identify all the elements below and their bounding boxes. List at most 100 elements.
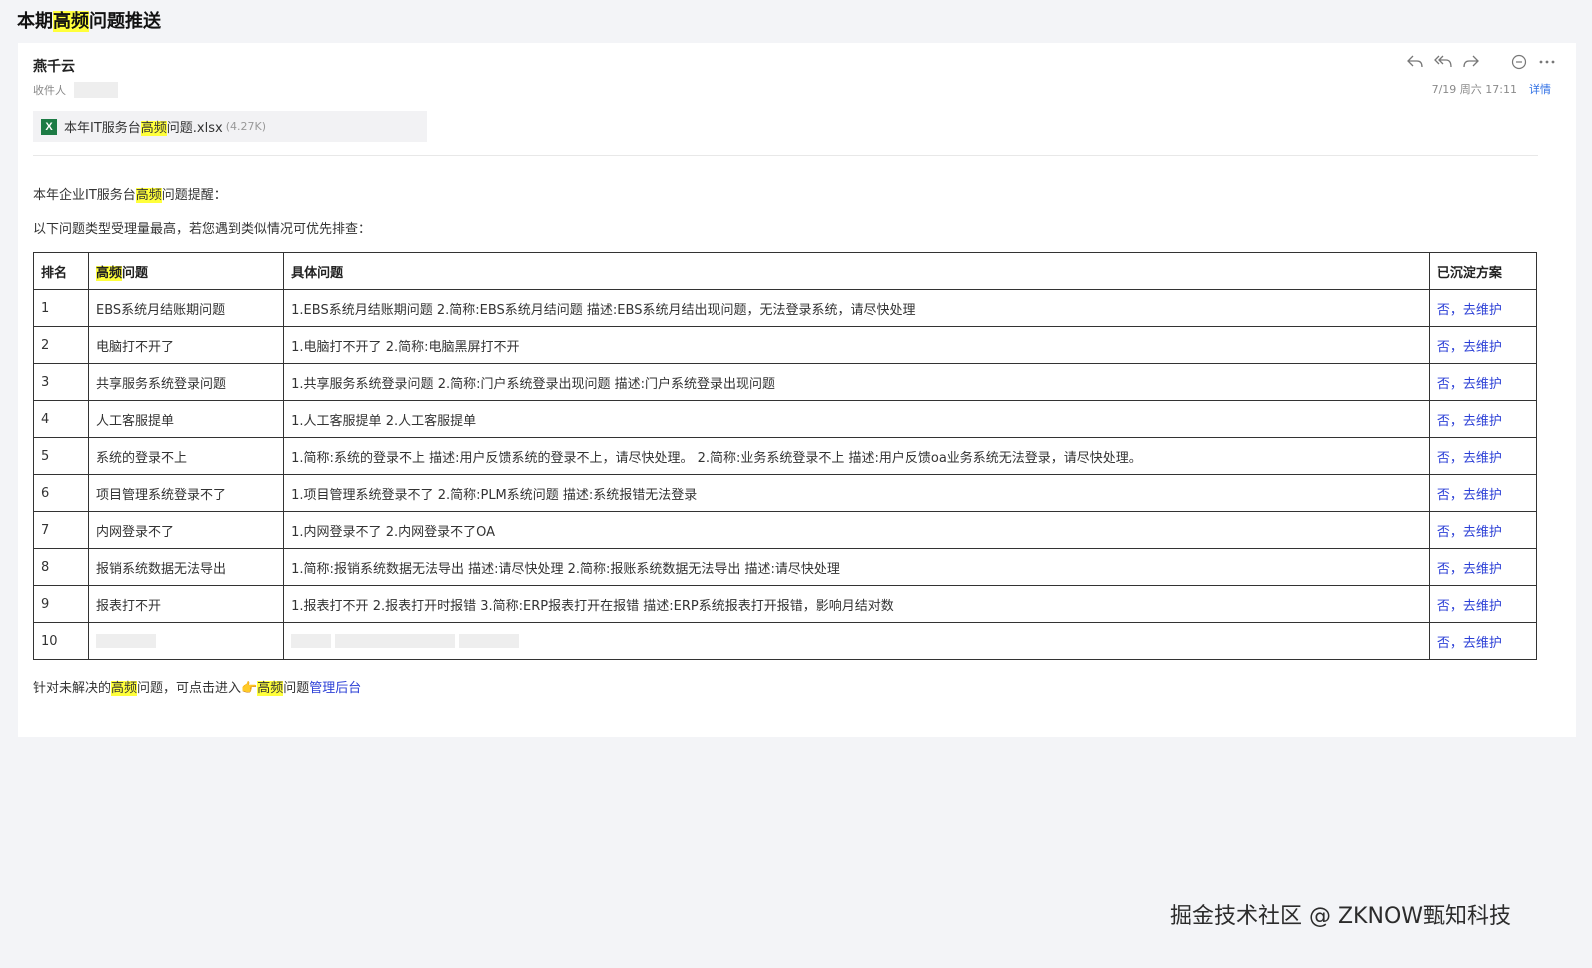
redacted-text — [335, 634, 456, 648]
email-card: 燕千云 收件人 7/19 周六 17:11 详情 X 本年IT服务台高频问题.x… — [18, 43, 1576, 737]
more-icon[interactable] — [1538, 53, 1556, 71]
attachment-size: (4.27K) — [225, 120, 266, 133]
cell-category: 共享服务系统登录问题 — [88, 363, 285, 401]
attachment-chip[interactable]: X 本年IT服务台高频问题.xlsx (4.27K) — [33, 111, 427, 142]
table-row: 5 系统的登录不上 1.简称:系统的登录不上 描述:用户反馈系统的登录不上，请尽… — [32, 437, 1538, 475]
cell-details: 1.简称:系统的登录不上 描述:用户反馈系统的登录不上，请尽快处理。 2.简称:… — [283, 437, 1430, 475]
cell-category: 项目管理系统登录不了 — [88, 474, 285, 512]
table-row: 1 EBS系统月结账期问题 1.EBS系统月结账期问题 2.简称:EBS系统月结… — [32, 289, 1538, 327]
maintain-link[interactable]: 否，去维护 — [1437, 599, 1502, 614]
footer-highlight-2: 高频 — [257, 681, 284, 696]
cell-rank: 2 — [32, 326, 90, 364]
table-row: 2 电脑打不开了 1.电脑打不开了 2.简称:电脑黑屏打不开 否，去维护 — [32, 326, 1538, 364]
cell-details: 1.共享服务系统登录问题 2.简称:门户系统登录出现问题 描述:门户系统登录出现… — [283, 363, 1430, 401]
intro1-suffix: 问题提醒： — [161, 188, 227, 203]
intro-line-2: 以下问题类型受理量最高，若您遇到类似情况可优先排查： — [33, 222, 372, 237]
attachment-name: 本年IT服务台高频问题.xlsx — [64, 117, 223, 136]
cell-category: 人工客服提单 — [88, 400, 285, 438]
recipient-value-redacted — [74, 82, 118, 98]
table-row: 7 内网登录不了 1.内网登录不了 2.内网登录不了OA 否，去维护 — [32, 511, 1538, 549]
cell-details: 1.电脑打不开了 2.简称:电脑黑屏打不开 — [283, 326, 1430, 364]
reply-all-icon[interactable] — [1434, 53, 1452, 71]
title-prefix: 本期 — [17, 11, 53, 32]
redacted-text — [96, 634, 157, 648]
intro1-highlight: 高频 — [135, 188, 162, 203]
sender-name: 燕千云 — [33, 59, 75, 75]
email-date: 7/19 周六 17:11 — [1431, 83, 1517, 96]
maintain-link[interactable]: 否，去维护 — [1437, 451, 1502, 466]
cell-rank: 9 — [32, 585, 90, 623]
redacted-text — [291, 634, 332, 648]
cell-details: 1.内网登录不了 2.内网登录不了OA — [283, 511, 1430, 549]
header-divider — [33, 155, 1538, 156]
header-category-highlight: 高频 — [96, 265, 123, 281]
maintain-link[interactable]: 否，去维护 — [1437, 488, 1502, 503]
comment-icon[interactable] — [1510, 53, 1528, 71]
footer-highlight-1: 高频 — [111, 681, 138, 696]
details-link[interactable]: 详情 — [1529, 81, 1551, 97]
cell-rank: 5 — [32, 437, 90, 475]
pointing-hand-icon: 👉 — [241, 681, 258, 696]
watermark: 掘金技术社区 @ ZKNOW甄知科技 — [1170, 904, 1512, 929]
table-row: 9 报表打不开 1.报表打不开 2.报表打开时报错 3.简称:ERP报表打开在报… — [32, 585, 1538, 623]
maintain-link[interactable]: 否，去维护 — [1437, 562, 1502, 577]
table-row: 4 人工客服提单 1.人工客服提单 2.人工客服提单 否，去维护 — [32, 400, 1538, 438]
intro-line-1: 本年企业IT服务台高频问题提醒： — [33, 184, 227, 203]
footer-middle: 问题，可点击进入 — [137, 681, 242, 696]
email-toolbar — [1406, 53, 1556, 71]
title-suffix: 问题推送 — [89, 11, 161, 32]
cell-rank: 10 — [32, 622, 90, 660]
cell-category: 内网登录不了 — [88, 511, 285, 549]
maintain-link[interactable]: 否，去维护 — [1437, 414, 1502, 429]
cell-category: 系统的登录不上 — [88, 437, 285, 475]
management-console-link[interactable]: 管理后台 — [309, 681, 361, 696]
cell-rank: 6 — [32, 474, 90, 512]
table-row: 8 报销系统数据无法导出 1.简称:报销系统数据无法导出 描述:请尽快处理 2.… — [32, 548, 1538, 586]
reply-icon[interactable] — [1406, 53, 1424, 71]
cell-rank: 1 — [32, 289, 90, 327]
maintain-link[interactable]: 否，去维护 — [1437, 636, 1502, 651]
cell-category-redacted — [88, 622, 285, 660]
maintain-link[interactable]: 否，去维护 — [1437, 340, 1502, 355]
cell-rank: 8 — [32, 548, 90, 586]
cell-rank: 7 — [32, 511, 90, 549]
footer-note: 针对未解决的高频问题，可点击进入👉高频问题管理后台 — [33, 677, 361, 696]
footer-suffix: 问题 — [283, 681, 310, 696]
intro1-prefix: 本年企业IT服务台 — [33, 188, 136, 203]
header-category-suffix: 问题 — [122, 265, 149, 281]
cell-details-redacted — [283, 622, 1430, 660]
email-meta: 7/19 周六 17:11 详情 — [1432, 81, 1551, 97]
cell-category: 电脑打不开了 — [88, 326, 285, 364]
table-row: 6 项目管理系统登录不了 1.项目管理系统登录不了 2.简称:PLM系统问题 描… — [32, 474, 1538, 512]
cell-details: 1.简称:报销系统数据无法导出 描述:请尽快处理 2.简称:报账系统数据无法导出… — [283, 548, 1430, 586]
maintain-link[interactable]: 否，去维护 — [1437, 377, 1502, 392]
recipient-row: 收件人 — [33, 82, 118, 98]
recipient-label: 收件人 — [33, 84, 66, 97]
title-highlight: 高频 — [53, 11, 89, 32]
maintain-link[interactable]: 否，去维护 — [1437, 303, 1502, 318]
table-row: 3 共享服务系统登录问题 1.共享服务系统登录问题 2.简称:门户系统登录出现问… — [32, 363, 1538, 401]
maintain-link[interactable]: 否，去维护 — [1437, 525, 1502, 540]
cell-rank: 4 — [32, 400, 90, 438]
header-details: 具体问题 — [283, 252, 1430, 290]
table-header-row: 排名 高频问题 具体问题 已沉淀方案 — [32, 252, 1538, 290]
footer-prefix: 针对未解决的 — [33, 681, 112, 696]
forward-icon[interactable] — [1462, 53, 1480, 71]
cell-category: 报表打不开 — [88, 585, 285, 623]
page-title: 本期高频问题推送 — [17, 8, 161, 36]
header-rank: 排名 — [32, 252, 90, 290]
excel-file-icon: X — [41, 118, 57, 135]
redacted-text — [459, 634, 520, 648]
cell-details: 1.人工客服提单 2.人工客服提单 — [283, 400, 1430, 438]
header-solution: 已沉淀方案 — [1428, 252, 1538, 290]
cell-details: 1.报表打不开 2.报表打开时报错 3.简称:ERP报表打开在报错 描述:ERP… — [283, 585, 1430, 623]
attachment-name-highlight: 高频 — [140, 121, 167, 136]
cell-rank: 3 — [32, 363, 90, 401]
attachment-name-suffix: 问题.xlsx — [166, 121, 223, 136]
cell-category: 报销系统数据无法导出 — [88, 548, 285, 586]
cell-details: 1.EBS系统月结账期问题 2.简称:EBS系统月结问题 描述:EBS系统月结出… — [283, 289, 1430, 327]
cell-category: EBS系统月结账期问题 — [88, 289, 285, 327]
cell-details: 1.项目管理系统登录不了 2.简称:PLM系统问题 描述:系统报错无法登录 — [283, 474, 1430, 512]
attachment-name-prefix: 本年IT服务台 — [64, 121, 141, 136]
header-category: 高频问题 — [88, 252, 285, 290]
